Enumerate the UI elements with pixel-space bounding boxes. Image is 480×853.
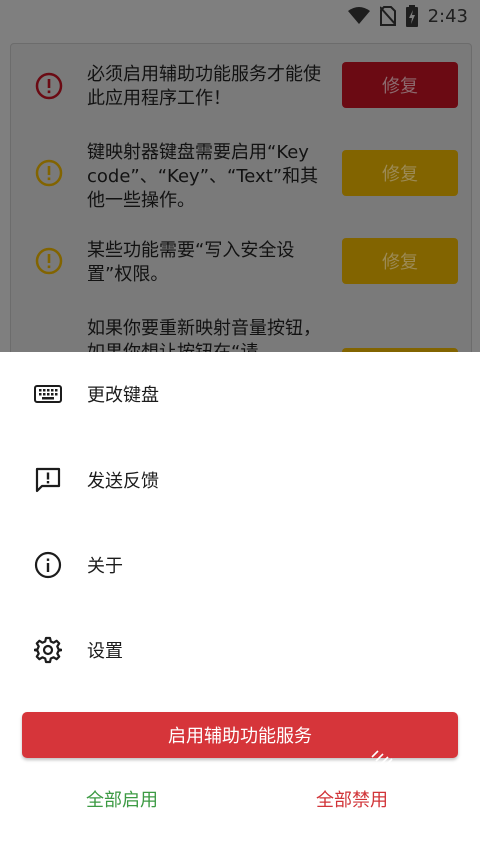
- bottom-sheet: 更改键盘 发送反馈 关于 设置 启用辅助功能服务 全部启用 全部禁用: [0, 352, 480, 853]
- warning-text: 某些功能需要“写入安全设置”权限。: [87, 240, 295, 285]
- wifi-icon: [347, 7, 370, 25]
- warning-text: 必须启用辅助功能服务才能使此应用程序工作！: [87, 64, 321, 109]
- menu-label: 更改键盘: [87, 385, 159, 406]
- no-sim-icon: [379, 6, 396, 26]
- warnings-card: 必须启用辅助功能服务才能使此应用程序工作！ 修复 键映射器键盘需要启用“Key …: [10, 43, 472, 385]
- error-icon: [35, 72, 63, 100]
- fix-button[interactable]: 修复: [342, 62, 458, 108]
- menu-label: 发送反馈: [87, 471, 159, 492]
- battery-charging-icon: [405, 5, 418, 27]
- warning-text: 如果你要重新映射音量按钮，如果你想让按钮在“请: [87, 318, 321, 353]
- warning-row-keyboard: 键映射器键盘需要启用“Key code”、“Key”、“Text”和其他一些操作…: [11, 132, 471, 220]
- enable-all-button[interactable]: 全部启用: [86, 784, 158, 814]
- menu-label: 关于: [87, 556, 123, 577]
- disable-all-button[interactable]: 全部禁用: [316, 784, 388, 814]
- menu-item-settings[interactable]: 设置: [0, 615, 480, 685]
- warning-row-secure-settings: 某些功能需要“写入安全设置”权限。 修复: [11, 220, 471, 308]
- warning-row-accessibility: 必须启用辅助功能服务才能使此应用程序工作！ 修复: [11, 44, 471, 132]
- warning-icon: [35, 247, 63, 275]
- warning-icon: [35, 159, 63, 187]
- status-time: 2:43: [427, 5, 468, 27]
- warning-text: 键映射器键盘需要启用“Key code”、“Key”、“Text”和其他一些操作…: [87, 142, 319, 211]
- feedback-icon: [35, 467, 61, 493]
- menu-item-send-feedback[interactable]: 发送反馈: [0, 445, 480, 515]
- fix-button[interactable]: 修复: [342, 238, 458, 284]
- menu-item-about[interactable]: 关于: [0, 530, 480, 600]
- menu-item-change-keyboard[interactable]: 更改键盘: [0, 359, 480, 429]
- menu-label: 设置: [87, 641, 123, 662]
- keyboard-icon: [34, 385, 62, 403]
- status-bar: 2:43: [0, 0, 480, 32]
- settings-gear-icon: [34, 636, 62, 664]
- warning-row-volume: 如果你要重新映射音量按钮，如果你想让按钮在“请 修复: [11, 308, 471, 353]
- sparkle-icon: [371, 750, 393, 766]
- fix-button[interactable]: 修复: [342, 150, 458, 196]
- info-icon: [34, 551, 62, 579]
